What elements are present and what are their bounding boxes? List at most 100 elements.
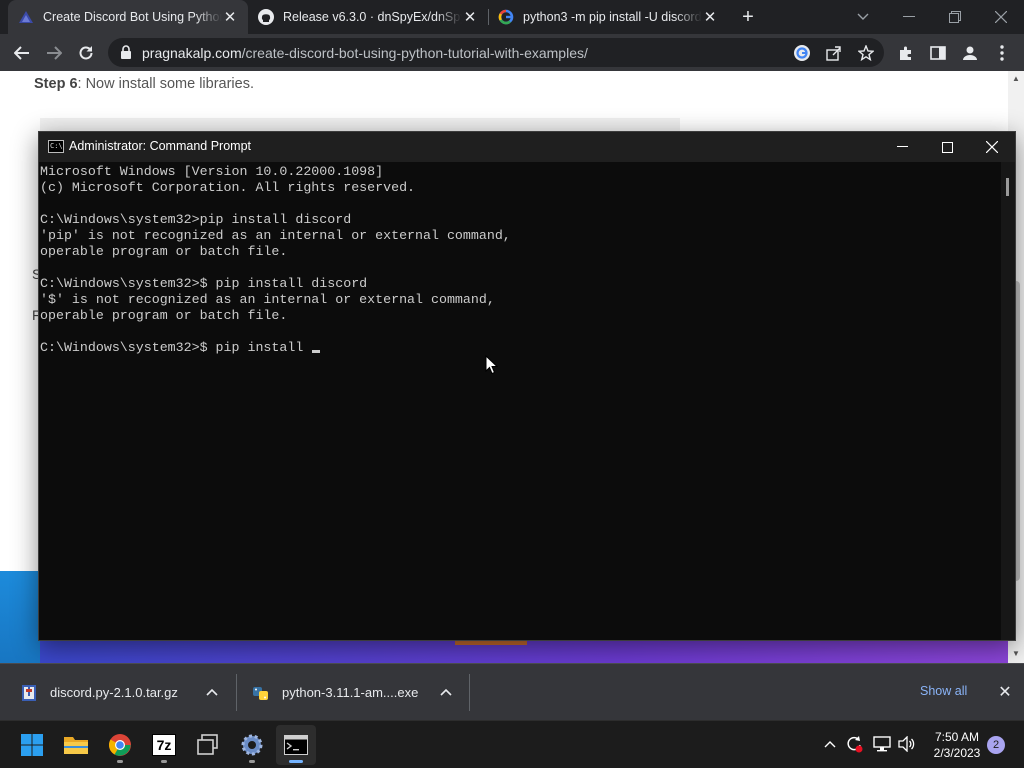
app-running-indicator [249, 760, 255, 763]
step-instruction: Step 6: Now install some libraries. [34, 76, 254, 92]
chrome-icon[interactable] [100, 725, 140, 765]
notification-badge[interactable]: 2 [987, 736, 1005, 754]
close-window-icon[interactable] [978, 0, 1024, 34]
pragnakalp-triangle-icon [18, 9, 34, 25]
app-running-indicator [117, 760, 123, 763]
page-banner-blue [0, 571, 40, 663]
sync-status-icon[interactable] [844, 734, 864, 754]
show-hidden-icons-chevron-icon[interactable] [820, 734, 840, 754]
tab-google-search[interactable]: python3 -m pip install -U discord ✕ [488, 0, 728, 34]
tab-search-chevron-icon[interactable] [840, 0, 886, 34]
mouse-pointer-icon [485, 355, 499, 375]
command-prompt-icon[interactable] [276, 725, 316, 765]
chevron-up-icon[interactable] [204, 684, 220, 700]
archive-file-icon [22, 684, 36, 701]
volume-icon[interactable] [897, 734, 917, 754]
cmd-line: 'pip' is not recognized as an internal o… [40, 228, 511, 243]
cmd-close-icon[interactable] [969, 132, 1015, 162]
download-file-name: python-3.11.1-am....exe [282, 685, 419, 700]
share-icon[interactable] [824, 43, 844, 63]
tab-close-icon[interactable]: ✕ [702, 9, 718, 26]
restore-icon[interactable] [932, 0, 978, 34]
cmd-prompt-line[interactable]: C:\Windows\system32>$ pip install [40, 340, 1001, 356]
python-installer-icon [253, 686, 268, 700]
url-path: /create-discord-bot-using-python-tutoria… [241, 45, 588, 61]
browser-toolbar: pragnakalp.com/create-discord-bot-using-… [0, 34, 1024, 71]
cmd-console-output[interactable]: Microsoft Windows [Version 10.0.22000.10… [39, 162, 1001, 640]
7zip-icon[interactable]: 7z [144, 725, 184, 765]
tab-title: python3 -m pip install -U discord [523, 10, 702, 24]
code-block-top [40, 118, 680, 132]
new-tab-button[interactable]: + [737, 6, 759, 28]
tab-title: Create Discord Bot Using Python [43, 10, 222, 24]
cmd-title: Administrator: Command Prompt [69, 139, 252, 153]
profile-icon[interactable] [956, 39, 984, 67]
settings-icon[interactable] [232, 725, 272, 765]
cmd-line: C:\Windows\system32>$ pip install discor… [40, 276, 368, 291]
forward-icon[interactable] [40, 39, 68, 67]
show-all-link[interactable]: Show all [920, 684, 967, 698]
cmd-app-icon-text: C:\ [50, 142, 63, 150]
task-view-icon[interactable] [188, 725, 228, 765]
cmd-minimize-icon[interactable] [879, 132, 925, 162]
cmd-scrollbar[interactable] [1001, 162, 1015, 640]
download-bar: discord.py-2.1.0.tar.gz python-3.11.1-am… [0, 663, 1024, 720]
close-download-bar-icon[interactable]: ✕ [996, 683, 1014, 701]
tab-close-icon[interactable]: ✕ [462, 9, 478, 26]
cmd-line: operable program or batch file. [40, 308, 288, 323]
download-separator [236, 674, 237, 711]
step-label: Step 6 [34, 76, 78, 92]
google-lens-icon[interactable] [792, 43, 812, 63]
bookmark-star-icon[interactable] [856, 43, 876, 63]
side-panel-icon[interactable] [924, 39, 952, 67]
page-banner-accent [455, 641, 527, 645]
text-cursor [312, 350, 321, 353]
cmd-current-input[interactable]: C:\Windows\system32>$ pip install [40, 340, 311, 355]
browser-tab-strip: Create Discord Bot Using Python ✕ Releas… [0, 0, 1024, 34]
cmd-line: Microsoft Windows [Version 10.0.22000.10… [40, 164, 384, 179]
step-text: : Now install some libraries. [77, 76, 254, 92]
scroll-up-icon[interactable]: ▲ [1011, 74, 1021, 84]
tab-title: Release v6.3.0 · dnSpyEx/dnSpy · [283, 10, 462, 24]
cmd-line: operable program or batch file. [40, 244, 288, 259]
cmd-line: C:\Windows\system32>pip install discord [40, 212, 352, 227]
tab-close-icon[interactable]: ✕ [222, 9, 238, 26]
download-separator [469, 674, 470, 711]
system-clock[interactable]: 7:50 AM 2/3/2023 [925, 729, 989, 761]
url-text[interactable]: pragnakalp.com/create-discord-bot-using-… [142, 45, 588, 61]
cmd-line: (c) Microsoft Corporation. All rights re… [40, 180, 416, 195]
cmd-line [40, 324, 1001, 340]
cmd-scrollbar-thumb[interactable] [1006, 178, 1009, 196]
chrome-menu-icon[interactable] [988, 39, 1016, 67]
desktop-screen: Create Discord Bot Using Python ✕ Releas… [0, 0, 1024, 768]
cmd-maximize-icon[interactable] [924, 132, 970, 162]
tab-create-discord-bot[interactable]: Create Discord Bot Using Python ✕ [8, 0, 248, 34]
lock-icon[interactable] [120, 45, 132, 64]
clock-time: 7:50 AM [934, 730, 980, 744]
chevron-up-icon[interactable] [438, 684, 454, 700]
cmd-line: '$' is not recognized as an internal or … [40, 292, 495, 307]
address-bar[interactable]: pragnakalp.com/create-discord-bot-using-… [108, 38, 884, 67]
app-running-indicator [161, 760, 167, 763]
download-file-name: discord.py-2.1.0.tar.gz [50, 685, 178, 700]
cmd-line [40, 260, 1001, 276]
minimize-icon[interactable] [886, 0, 932, 34]
clock-date: 2/3/2023 [933, 746, 981, 760]
start-icon[interactable] [12, 725, 52, 765]
cmd-title-bar[interactable]: C:\ Administrator: Command Prompt [39, 132, 1015, 162]
7zip-label: 7z [152, 734, 176, 756]
reload-icon[interactable] [72, 39, 100, 67]
command-prompt-window[interactable]: C:\ Administrator: Command Prompt Micros… [38, 131, 1016, 641]
scroll-down-icon[interactable]: ▼ [1011, 649, 1021, 659]
app-active-indicator [289, 760, 303, 763]
cmd-app-icon: C:\ [48, 140, 64, 153]
cmd-line [40, 196, 1001, 212]
file-explorer-icon[interactable] [56, 725, 96, 765]
extensions-icon[interactable] [892, 39, 920, 67]
back-icon[interactable] [8, 39, 36, 67]
download-item-python[interactable]: python-3.11.1-am....exe [252, 664, 418, 721]
github-icon [258, 9, 274, 25]
download-item-discord[interactable]: discord.py-2.1.0.tar.gz [20, 664, 178, 721]
network-icon[interactable] [872, 734, 892, 754]
tab-release-dnspy[interactable]: Release v6.3.0 · dnSpyEx/dnSpy · ✕ [248, 0, 488, 34]
